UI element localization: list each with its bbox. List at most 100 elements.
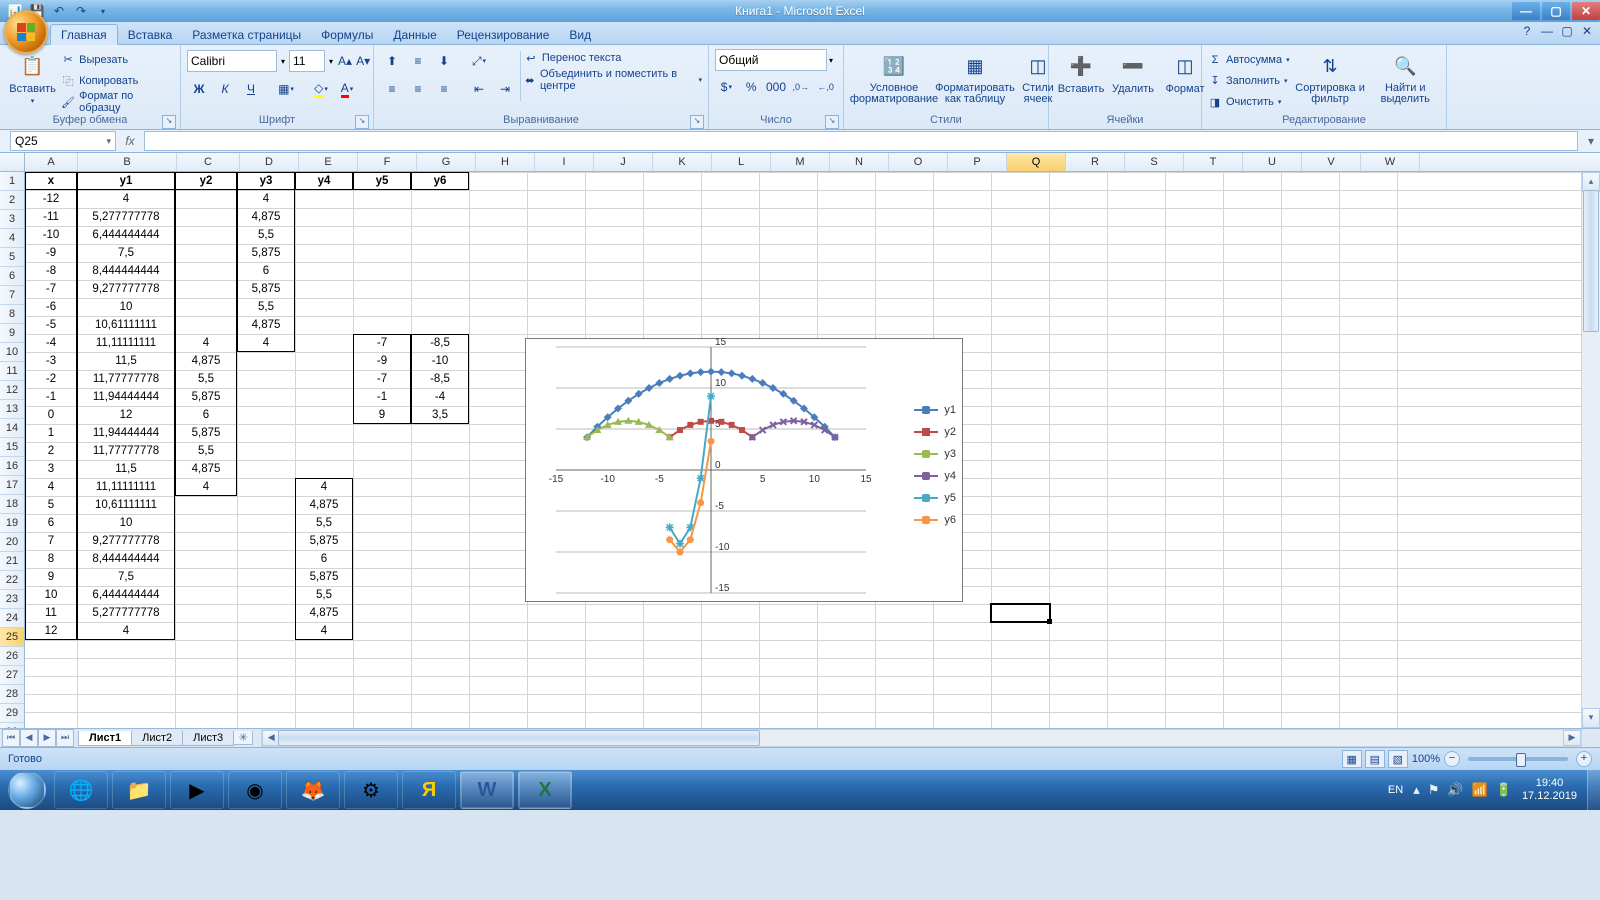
first-sheet-button[interactable]: ⏮: [2, 729, 20, 747]
format-painter-button[interactable]: 🖌Формат по образцу: [61, 93, 174, 111]
merge-center-button[interactable]: ⬌Объединить и поместить в центре▾: [524, 71, 702, 89]
cell-C15[interactable]: 5,875: [175, 424, 237, 442]
cell-B12[interactable]: 11,77777778: [77, 370, 175, 388]
cell-C10[interactable]: 4: [175, 334, 237, 352]
cell-D5[interactable]: 5,875: [237, 244, 295, 262]
cell-C14[interactable]: 6: [175, 406, 237, 424]
cell-B1[interactable]: y1: [77, 172, 175, 190]
row-header-22[interactable]: 22: [0, 571, 24, 590]
cell-F13[interactable]: -1: [353, 388, 411, 406]
cell-B4[interactable]: 6,444444444: [77, 226, 175, 244]
row-header-5[interactable]: 5: [0, 248, 24, 267]
cell-B3[interactable]: 5,277777778: [77, 208, 175, 226]
cell-B10[interactable]: 11,11111111: [77, 334, 175, 352]
formula-input[interactable]: [144, 131, 1578, 151]
borders-button[interactable]: ▦: [274, 77, 298, 101]
zoom-level[interactable]: 100%: [1412, 753, 1440, 765]
last-sheet-button[interactable]: ⏭: [56, 729, 74, 747]
normal-view-button[interactable]: ▦: [1342, 750, 1362, 768]
cell-F10[interactable]: -7: [353, 334, 411, 352]
grow-font-button[interactable]: A▴: [337, 49, 353, 73]
cell-E19[interactable]: 4,875: [295, 496, 353, 514]
cell-A16[interactable]: 2: [25, 442, 77, 460]
row-header-19[interactable]: 19: [0, 514, 24, 533]
new-sheet-button[interactable]: ✳: [233, 731, 253, 745]
column-header-F[interactable]: F: [358, 153, 417, 171]
row-header-27[interactable]: 27: [0, 666, 24, 685]
next-sheet-button[interactable]: ▶: [38, 729, 56, 747]
cell-D10[interactable]: 4: [237, 334, 295, 352]
cell-F1[interactable]: y5: [353, 172, 411, 190]
align-top-button[interactable]: ⬆: [380, 49, 404, 73]
tab-home[interactable]: Главная: [50, 24, 118, 45]
taskbar-media[interactable]: ▶: [170, 771, 224, 809]
help-button[interactable]: ?: [1520, 24, 1534, 38]
row-header-4[interactable]: 4: [0, 229, 24, 248]
cell-D8[interactable]: 5,5: [237, 298, 295, 316]
cell-E20[interactable]: 5,5: [295, 514, 353, 532]
format-as-table-button[interactable]: ▦Форматировать как таблицу: [938, 49, 1012, 113]
row-header-1[interactable]: 1: [0, 172, 24, 191]
increase-decimal-button[interactable]: ,0→: [789, 75, 812, 99]
font-dialog-launcher[interactable]: ↘: [355, 115, 369, 129]
tab-data[interactable]: Данные: [383, 25, 446, 44]
delete-cells-button[interactable]: ➖Удалить: [1107, 49, 1159, 113]
input-language[interactable]: EN: [1388, 784, 1403, 796]
tab-page-layout[interactable]: Разметка страницы: [182, 25, 311, 44]
cell-E21[interactable]: 5,875: [295, 532, 353, 550]
column-header-O[interactable]: O: [889, 153, 948, 171]
cell-A23[interactable]: 9: [25, 568, 77, 586]
alignment-dialog-launcher[interactable]: ↘: [690, 115, 704, 129]
cell-C11[interactable]: 4,875: [175, 352, 237, 370]
italic-button[interactable]: К: [213, 77, 237, 101]
row-header-15[interactable]: 15: [0, 438, 24, 457]
column-header-T[interactable]: T: [1184, 153, 1243, 171]
cell-A22[interactable]: 8: [25, 550, 77, 568]
cell-B22[interactable]: 8,444444444: [77, 550, 175, 568]
cell-D7[interactable]: 5,875: [237, 280, 295, 298]
cell-G14[interactable]: 3,5: [411, 406, 469, 424]
sort-filter-button[interactable]: ⇅Сортировка и фильтр: [1290, 49, 1371, 113]
column-header-M[interactable]: M: [771, 153, 830, 171]
close-workbook-button[interactable]: ✕: [1580, 24, 1594, 38]
taskbar-explorer[interactable]: 📁: [112, 771, 166, 809]
row-header-23[interactable]: 23: [0, 590, 24, 609]
cell-B25[interactable]: 5,277777778: [77, 604, 175, 622]
fx-button[interactable]: fx: [120, 134, 140, 148]
wrap-text-button[interactable]: ↩Перенос текста: [524, 49, 702, 67]
row-header-26[interactable]: 26: [0, 647, 24, 666]
cell-A13[interactable]: -1: [25, 388, 77, 406]
tray-flag-icon[interactable]: ⚑: [1428, 782, 1440, 798]
cell-G11[interactable]: -10: [411, 352, 469, 370]
tab-view[interactable]: Вид: [559, 25, 601, 44]
tray-up-icon[interactable]: ▴: [1413, 782, 1420, 798]
cell-C1[interactable]: y2: [175, 172, 237, 190]
cell-B24[interactable]: 6,444444444: [77, 586, 175, 604]
decrease-decimal-button[interactable]: ←,0: [814, 75, 837, 99]
column-header-C[interactable]: C: [177, 153, 240, 171]
column-header-G[interactable]: G: [417, 153, 476, 171]
cell-A18[interactable]: 4: [25, 478, 77, 496]
underline-button[interactable]: Ч: [239, 77, 263, 101]
cell-B14[interactable]: 12: [77, 406, 175, 424]
cell-F12[interactable]: -7: [353, 370, 411, 388]
row-header-28[interactable]: 28: [0, 685, 24, 704]
column-header-A[interactable]: A: [25, 153, 78, 171]
row-header-7[interactable]: 7: [0, 286, 24, 305]
autosum-button[interactable]: ΣАвтосумма▾: [1208, 51, 1290, 69]
column-header-K[interactable]: K: [653, 153, 712, 171]
cell-A1[interactable]: x: [25, 172, 77, 190]
minimize-ribbon-button[interactable]: —: [1540, 24, 1554, 38]
row-header-29[interactable]: 29: [0, 704, 24, 723]
taskbar-ie[interactable]: 🌐: [54, 771, 108, 809]
select-all-button[interactable]: [0, 153, 25, 171]
tray-volume-icon[interactable]: 🔊: [1447, 782, 1463, 798]
name-box[interactable]: Q25▾: [10, 131, 116, 151]
show-desktop-button[interactable]: [1587, 770, 1600, 810]
insert-cells-button[interactable]: ➕Вставить: [1055, 49, 1107, 113]
cell-A24[interactable]: 10: [25, 586, 77, 604]
cell-C12[interactable]: 5,5: [175, 370, 237, 388]
cell-B2[interactable]: 4: [77, 190, 175, 208]
row-header-17[interactable]: 17: [0, 476, 24, 495]
cell-E25[interactable]: 4,875: [295, 604, 353, 622]
